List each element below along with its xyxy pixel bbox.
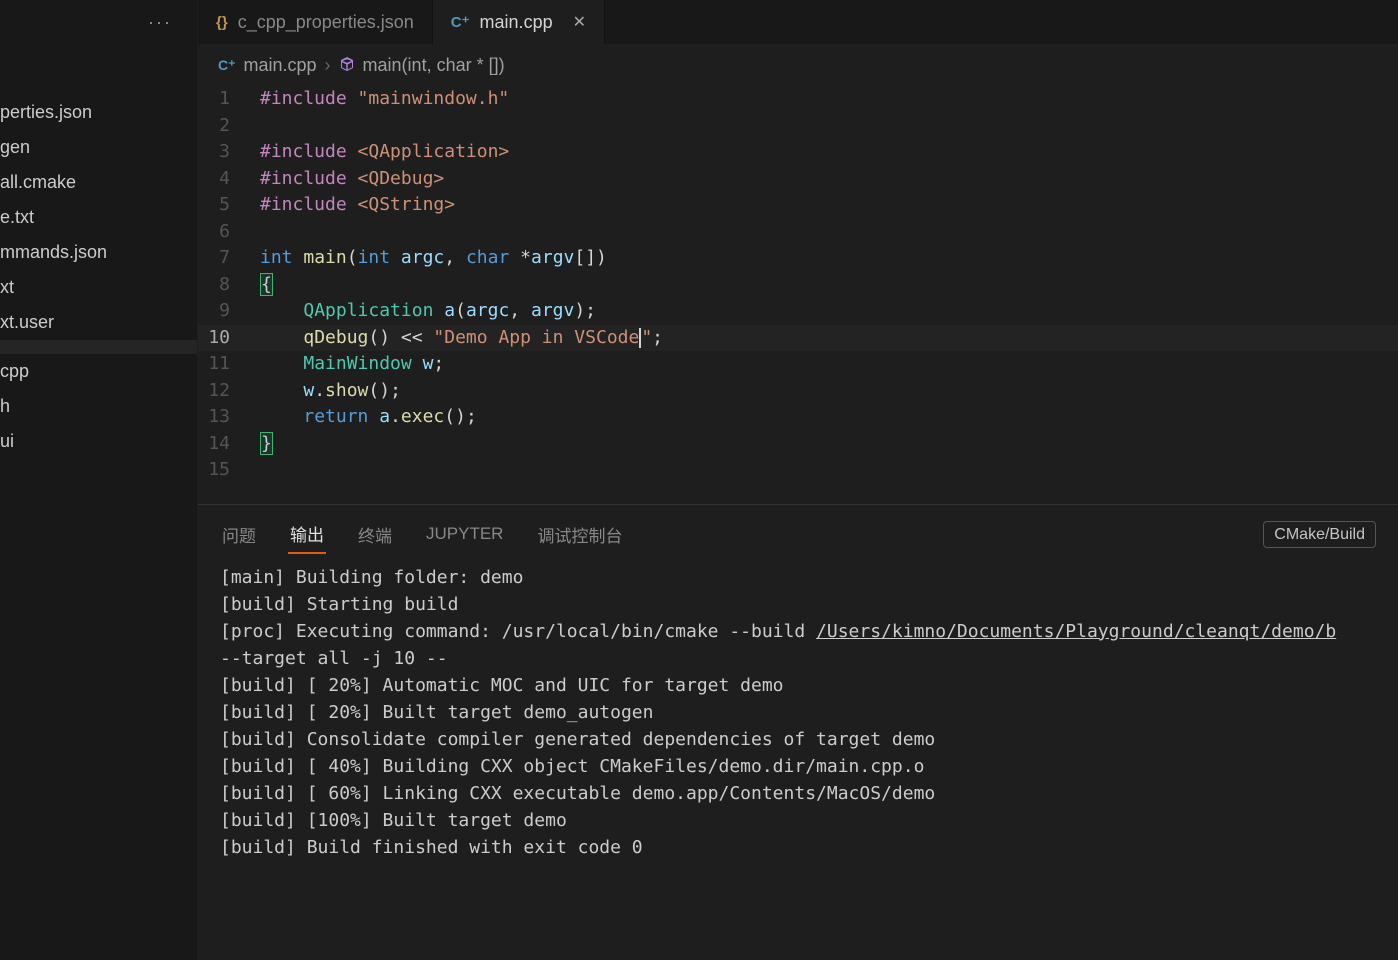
code-line[interactable]: 15 [198, 457, 1398, 484]
json-icon: {} [216, 14, 228, 31]
code-content: #include "mainwindow.h" [260, 86, 509, 113]
brace: { [260, 273, 273, 296]
code-content: { [260, 272, 273, 299]
panel-tab-终端[interactable]: 终端 [356, 516, 394, 553]
explorer-item[interactable]: h [0, 389, 197, 424]
code-line[interactable]: 12 w.show(); [198, 378, 1398, 405]
explorer-item[interactable]: e.txt [0, 200, 197, 235]
line-number: 13 [198, 404, 260, 431]
code-line[interactable]: 11 MainWindow w; [198, 351, 1398, 378]
output-line: --target all -j 10 -- [220, 645, 1376, 672]
explorer-item[interactable]: ui [0, 424, 197, 459]
panel-tab-问题[interactable]: 问题 [220, 516, 258, 553]
more-actions-icon[interactable]: ··· [148, 12, 172, 33]
explorer-sidebar: ··· perties.jsongenall.cmakee.txtmmands.… [0, 0, 198, 960]
panel-tab-输出[interactable]: 输出 [288, 515, 326, 554]
code-line[interactable]: 14} [198, 431, 1398, 458]
breadcrumb[interactable]: C⁺ main.cpp › main(int, char * []) [198, 45, 1398, 86]
output-line: [build] [ 40%] Building CXX object CMake… [220, 753, 1376, 780]
code-content: } [260, 431, 273, 458]
code-editor[interactable]: 1#include "mainwindow.h"23#include <QApp… [198, 86, 1398, 504]
cpp-icon: C⁺ [218, 57, 236, 74]
code-content: qDebug() << "Demo App in VSCode"; [260, 325, 663, 352]
line-number: 10 [198, 325, 260, 352]
code-content: return a.exec(); [260, 404, 477, 431]
explorer-item[interactable] [0, 340, 197, 354]
line-number: 12 [198, 378, 260, 405]
line-number: 15 [198, 457, 260, 484]
line-number: 8 [198, 272, 260, 299]
breadcrumb-file[interactable]: main.cpp [244, 55, 317, 76]
code-line[interactable]: 5#include <QString> [198, 192, 1398, 219]
explorer-file-list: perties.jsongenall.cmakee.txtmmands.json… [0, 45, 197, 459]
output-channel-selector[interactable]: CMake/Build [1263, 521, 1376, 548]
brace: } [260, 432, 273, 455]
panel-tab-JUPYTER[interactable]: JUPYTER [424, 518, 505, 550]
output-line: [build] [ 20%] Automatic MOC and UIC for… [220, 672, 1376, 699]
sidebar-header: ··· [0, 0, 197, 45]
cpp-icon: C⁺ [451, 13, 470, 31]
code-content: #include <QString> [260, 192, 455, 219]
code-line[interactable]: 9 QApplication a(argc, argv); [198, 298, 1398, 325]
panel-tab-调试控制台[interactable]: 调试控制台 [535, 516, 624, 553]
output-line: [build] [100%] Built target demo [220, 807, 1376, 834]
output-line: [build] Consolidate compiler generated d… [220, 726, 1376, 753]
line-number: 2 [198, 113, 260, 140]
code-content: w.show(); [260, 378, 401, 405]
close-icon[interactable]: ✕ [573, 12, 586, 32]
bottom-panel: 问题输出终端 JUPYTER 调试控制台 CMake/Build [main] Bu… [198, 504, 1398, 960]
tab-label: c_cpp_properties.json [238, 12, 414, 33]
code-line[interactable]: 13 return a.exec(); [198, 404, 1398, 431]
line-number: 9 [198, 298, 260, 325]
panel-right-controls: CMake/Build [1263, 524, 1376, 544]
explorer-item[interactable]: mmands.json [0, 235, 197, 270]
editor-area: {} c_cpp_properties.json C⁺ main.cpp ✕ C⁺ ma… [198, 0, 1398, 960]
output-line: [build] Starting build [220, 591, 1376, 618]
output-line: [build] [ 60%] Linking CXX executable de… [220, 780, 1376, 807]
code-line[interactable]: 2 [198, 113, 1398, 140]
code-line[interactable]: 6 [198, 219, 1398, 246]
tab-label: main.cpp [480, 12, 553, 33]
explorer-item[interactable]: perties.json [0, 95, 197, 130]
explorer-item[interactable]: all.cmake [0, 165, 197, 200]
code-line[interactable]: 7int main(int argc, char *argv[]) [198, 245, 1398, 272]
code-line[interactable]: 10 qDebug() << "Demo App in VSCode"; [198, 325, 1398, 352]
code-line[interactable]: 3#include <QApplication> [198, 139, 1398, 166]
breadcrumb-symbol[interactable]: main(int, char * []) [363, 55, 505, 76]
panel-tabs: 问题输出终端 JUPYTER 调试控制台 CMake/Build [198, 515, 1398, 554]
output-line: [build] [ 20%] Built target demo_autogen [220, 699, 1376, 726]
editor-tab[interactable]: {} c_cpp_properties.json [198, 0, 433, 44]
line-number: 7 [198, 245, 260, 272]
output-line: [main] Building folder: demo [220, 564, 1376, 591]
breadcrumb-separator: › [325, 55, 331, 76]
code-content: #include <QApplication> [260, 139, 509, 166]
code-content: QApplication a(argc, argv); [260, 298, 596, 325]
code-line[interactable]: 8{ [198, 272, 1398, 299]
explorer-item[interactable]: xt.user [0, 305, 197, 340]
line-number: 11 [198, 351, 260, 378]
code-line[interactable]: 4#include <QDebug> [198, 166, 1398, 193]
line-number: 1 [198, 86, 260, 113]
line-number: 3 [198, 139, 260, 166]
explorer-item[interactable]: gen [0, 130, 197, 165]
line-number: 4 [198, 166, 260, 193]
code-content: MainWindow w; [260, 351, 444, 378]
line-number: 5 [198, 192, 260, 219]
code-content: #include <QDebug> [260, 166, 444, 193]
output-content[interactable]: [main] Building folder: demo[build] Star… [198, 554, 1398, 871]
code-line[interactable]: 1#include "mainwindow.h" [198, 86, 1398, 113]
code-content: int main(int argc, char *argv[]) [260, 245, 607, 272]
line-number: 6 [198, 219, 260, 246]
editor-tab[interactable]: C⁺ main.cpp ✕ [433, 0, 605, 44]
explorer-item[interactable]: cpp [0, 354, 197, 389]
output-line: [proc] Executing command: /usr/local/bin… [220, 618, 1376, 645]
tab-bar: {} c_cpp_properties.json C⁺ main.cpp ✕ [198, 0, 1398, 45]
output-line: [build] Build finished with exit code 0 [220, 834, 1376, 861]
explorer-item[interactable]: xt [0, 270, 197, 305]
line-number: 14 [198, 431, 260, 458]
symbol-icon [339, 56, 355, 76]
